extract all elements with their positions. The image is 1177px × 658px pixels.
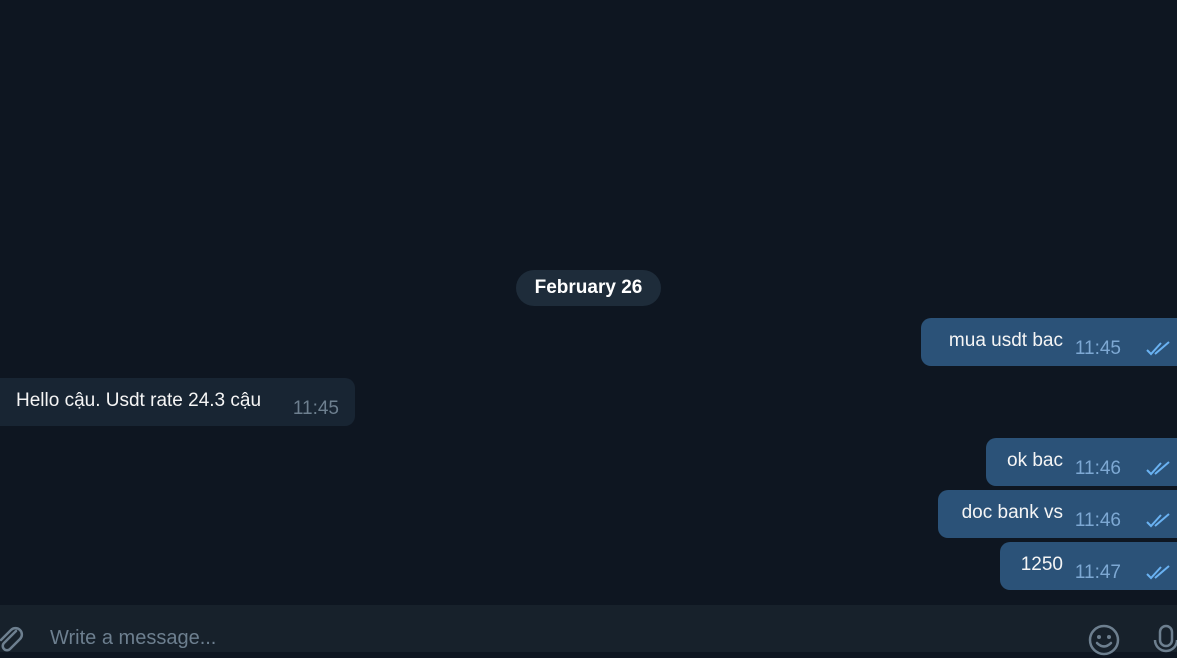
- microphone-icon[interactable]: [1152, 622, 1177, 658]
- message-bubble-outgoing[interactable]: 1250 11:47: [1000, 542, 1177, 590]
- message-bubble-outgoing[interactable]: ok bac 11:46: [986, 438, 1177, 486]
- message-time: 11:45: [1074, 338, 1121, 359]
- message-composer: [0, 605, 1177, 656]
- message-text: ok bac: [1007, 450, 1063, 471]
- paperclip-icon[interactable]: [0, 625, 26, 655]
- double-check-icon: [1146, 341, 1170, 356]
- message-input[interactable]: [50, 623, 1050, 653]
- message-text: 1250: [1020, 554, 1063, 575]
- chat-history: February 26 mua usdt bac 11:45 Hello cậu…: [0, 0, 1177, 605]
- message-text: doc bank vs: [961, 502, 1063, 523]
- smiley-icon[interactable]: [1086, 622, 1122, 658]
- message-time: 11:47: [1074, 562, 1121, 583]
- double-check-icon: [1146, 461, 1170, 476]
- double-check-icon: [1146, 513, 1170, 528]
- message-text: Hello cậu. Usdt rate 24.3 cậu: [16, 390, 262, 411]
- message-bubble-outgoing[interactable]: mua usdt bac 11:45: [921, 318, 1177, 366]
- date-separator: February 26: [516, 270, 661, 306]
- message-bubble-incoming[interactable]: Hello cậu. Usdt rate 24.3 cậu 11:45: [0, 378, 355, 426]
- message-time: 11:45: [292, 398, 339, 419]
- message-text: mua usdt bac: [948, 330, 1063, 351]
- double-check-icon: [1146, 565, 1170, 580]
- message-time: 11:46: [1074, 458, 1121, 479]
- message-bubble-outgoing[interactable]: doc bank vs 11:46: [938, 490, 1177, 538]
- message-time: 11:46: [1074, 510, 1121, 531]
